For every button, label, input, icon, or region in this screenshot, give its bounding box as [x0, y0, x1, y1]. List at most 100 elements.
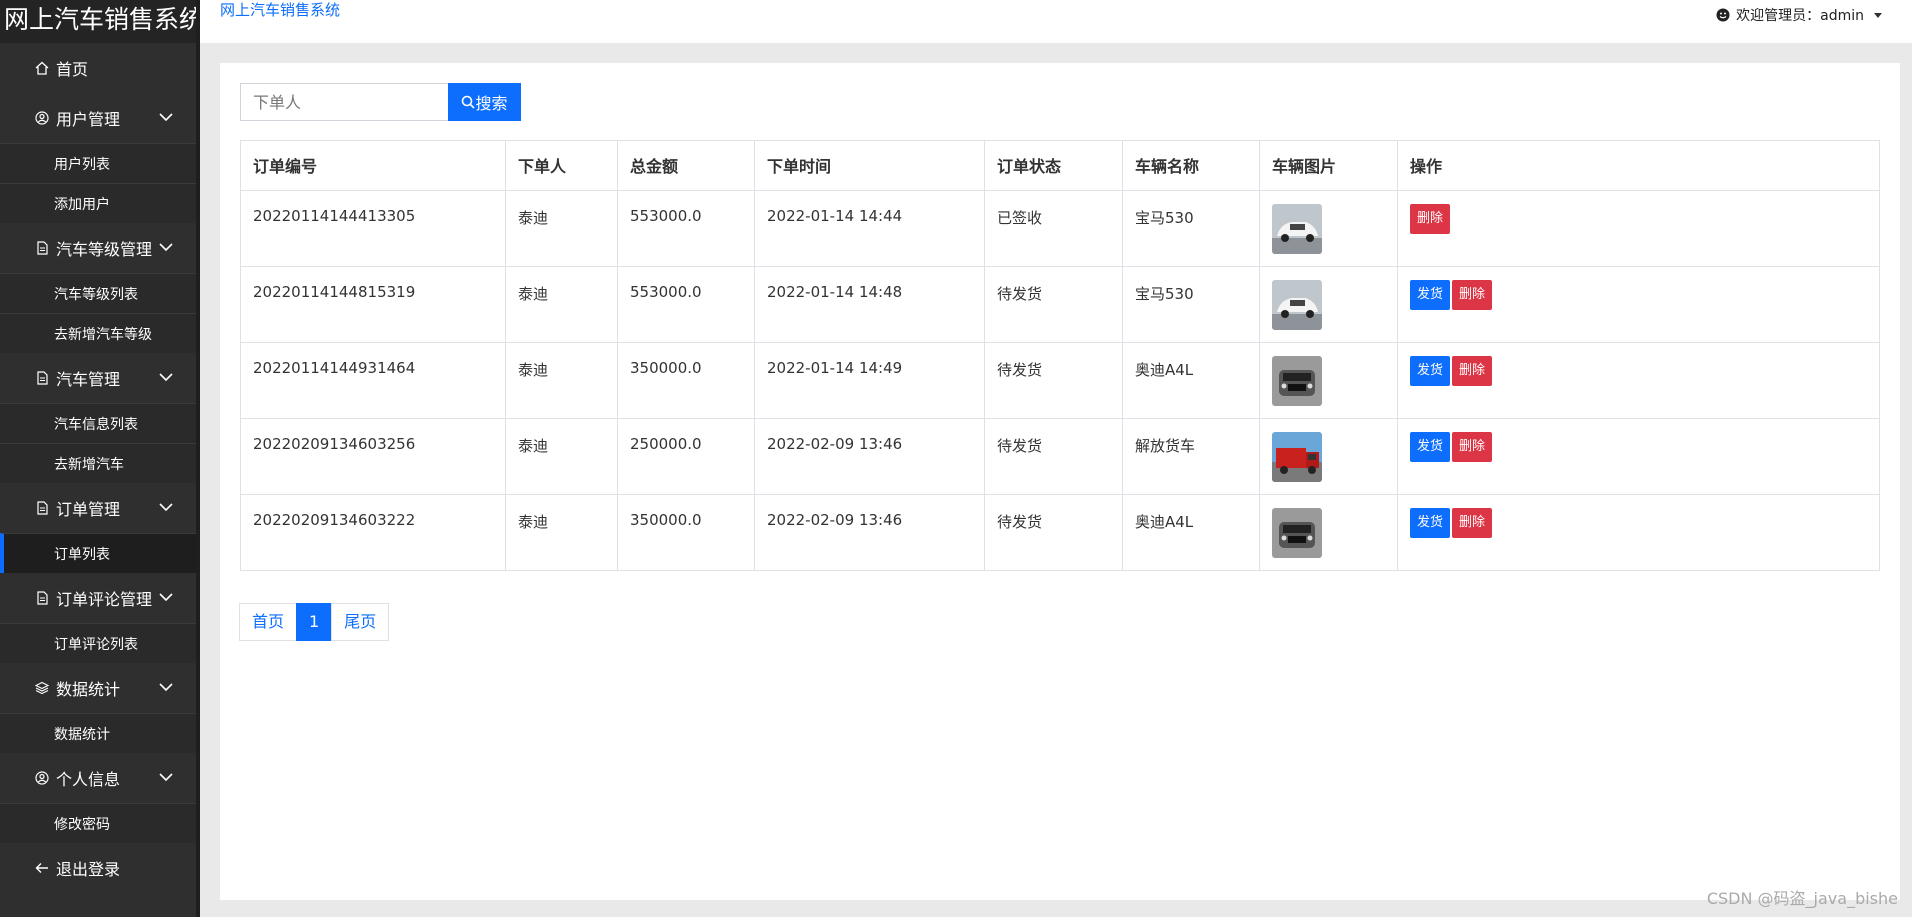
- sidebar: 网上汽车销售系统 首页 用户管理 用户列表 添加用户 汽车等级管理 汽车等级列表 去新增汽车…: [0, 0, 200, 917]
- sidebar-group-label: 用户管理: [56, 110, 121, 129]
- table-row: 20220114144413305 泰迪 553000.0 2022-01-14 14…: [240, 190, 1880, 267]
- sidebar-subitem[interactable]: 订单列表: [0, 533, 196, 573]
- car-name-cell: 宝马530: [1122, 266, 1260, 343]
- chevron-down-icon: [159, 593, 173, 602]
- sidebar-group: 订单评论管理 订单评论列表: [0, 573, 196, 663]
- amount-cell: 350000.0: [617, 342, 755, 419]
- car-name-cell: 解放货车: [1122, 418, 1260, 495]
- buyer-cell: 泰迪: [505, 266, 618, 343]
- order-id-cell: 20220114144815319: [240, 266, 506, 343]
- ship-button[interactable]: 发货: [1410, 432, 1451, 462]
- delete-button[interactable]: 删除: [1410, 204, 1451, 234]
- first-page-link[interactable]: 首页: [239, 603, 298, 641]
- search-bar: 搜索: [240, 83, 521, 121]
- sidebar-group-label: 个人信息: [56, 770, 121, 789]
- sidebar-subitem[interactable]: 汽车等级列表: [0, 273, 196, 313]
- sidebar-group-toggle[interactable]: 用户管理: [0, 93, 196, 143]
- delete-button[interactable]: 删除: [1452, 356, 1493, 386]
- document-icon: [34, 590, 50, 606]
- car-image: [1272, 508, 1322, 558]
- chevron-down-icon: [159, 113, 173, 122]
- sidebar-item-label: 首页: [56, 60, 89, 79]
- order-time-cell: 2022-01-14 14:44: [754, 190, 985, 267]
- col-header: 车辆图片: [1259, 140, 1398, 191]
- welcome-text: 欢迎管理员：admin: [1736, 8, 1864, 24]
- car-image-cell: [1259, 266, 1398, 343]
- sidebar-group-toggle[interactable]: 数据统计: [0, 663, 196, 713]
- sidebar-subitem[interactable]: 用户列表: [0, 143, 196, 183]
- buyer-cell: 泰迪: [505, 190, 618, 267]
- last-page-link[interactable]: 尾页: [331, 603, 390, 641]
- sidebar-subitem[interactable]: 订单评论列表: [0, 623, 196, 663]
- status-cell: 待发货: [984, 266, 1123, 343]
- car-image: [1272, 280, 1322, 330]
- smiley-icon: [1716, 8, 1730, 22]
- sidebar-subitem[interactable]: 修改密码: [0, 803, 196, 843]
- car-image-cell: [1259, 342, 1398, 419]
- sidebar-subitem[interactable]: 数据统计: [0, 713, 196, 753]
- sidebar-subitem[interactable]: 添加用户: [0, 183, 196, 223]
- watermark: CSDN @码盗_java_bishe: [1706, 889, 1898, 908]
- sidebar-group-label: 汽车等级管理: [56, 240, 153, 259]
- user-circle-icon: [34, 110, 50, 126]
- buyer-search-input[interactable]: [240, 83, 448, 121]
- sidebar-subitem[interactable]: 去新增汽车: [0, 443, 196, 483]
- delete-button[interactable]: 删除: [1452, 432, 1493, 462]
- car-image: [1272, 356, 1322, 406]
- ship-button[interactable]: 发货: [1410, 356, 1451, 386]
- table-row: 20220209134603222 泰迪 350000.0 2022-02-09 13…: [240, 494, 1880, 571]
- amount-cell: 553000.0: [617, 190, 755, 267]
- document-icon: [34, 370, 50, 386]
- order-time-cell: 2022-02-09 13:46: [754, 494, 985, 571]
- breadcrumb[interactable]: 网上汽车销售系统: [220, 0, 340, 20]
- actions-cell: 删除: [1397, 190, 1880, 267]
- search-button[interactable]: 搜索: [448, 83, 521, 121]
- amount-cell: 250000.0: [617, 418, 755, 495]
- arrow-left-icon: [34, 860, 50, 876]
- table-row: 20220114144931464 泰迪 350000.0 2022-01-14 14…: [240, 342, 1880, 419]
- car-image-cell: [1259, 190, 1398, 267]
- status-cell: 待发货: [984, 418, 1123, 495]
- car-name-cell: 奥迪A4L: [1122, 494, 1260, 571]
- sidebar-group: 数据统计 数据统计: [0, 663, 196, 753]
- sidebar-group-toggle[interactable]: 汽车管理: [0, 353, 196, 403]
- sidebar-group-toggle[interactable]: 订单管理: [0, 483, 196, 533]
- home-icon: [34, 60, 50, 76]
- status-cell: 已签收: [984, 190, 1123, 267]
- user-menu[interactable]: 欢迎管理员：admin: [1716, 5, 1882, 25]
- order-id-cell: 20220114144931464: [240, 342, 506, 419]
- status-cell: 待发货: [984, 342, 1123, 419]
- sidebar-group-toggle[interactable]: 汽车等级管理: [0, 223, 196, 273]
- table-header-row: 订单编号 下单人 总金额 下单时间 订单状态 车辆名称 车辆图片 操作: [240, 140, 1880, 191]
- current-page[interactable]: 1: [296, 603, 333, 641]
- delete-button[interactable]: 删除: [1452, 280, 1493, 310]
- sidebar-subitem[interactable]: 汽车信息列表: [0, 403, 196, 443]
- chevron-down-icon: [159, 503, 173, 512]
- truck-image: [1272, 432, 1322, 482]
- delete-button[interactable]: 删除: [1452, 508, 1493, 538]
- actions-cell: 发货 删除: [1397, 494, 1880, 571]
- sidebar-item-home[interactable]: 首页: [0, 43, 196, 93]
- logout-button[interactable]: 退出登录: [0, 843, 196, 893]
- sidebar-group-label: 数据统计: [56, 680, 121, 699]
- sidebar-group: 订单管理 订单列表: [0, 483, 196, 573]
- sidebar-group-toggle[interactable]: 个人信息: [0, 753, 196, 803]
- document-icon: [34, 240, 50, 256]
- document-icon: [34, 500, 50, 516]
- actions-cell: 发货 删除: [1397, 418, 1880, 495]
- col-header: 下单时间: [754, 140, 985, 191]
- col-header: 总金额: [617, 140, 755, 191]
- sidebar-subitem[interactable]: 去新增汽车等级: [0, 313, 196, 353]
- order-time-cell: 2022-02-09 13:46: [754, 418, 985, 495]
- table-row: 20220114144815319 泰迪 553000.0 2022-01-14 14…: [240, 266, 1880, 343]
- chevron-down-icon: [159, 373, 173, 382]
- ship-button[interactable]: 发货: [1410, 508, 1451, 538]
- ship-button[interactable]: 发货: [1410, 280, 1451, 310]
- car-image: [1272, 204, 1322, 254]
- orders-table: 订单编号 下单人 总金额 下单时间 订单状态 车辆名称 车辆图片 操作 2022…: [240, 140, 1880, 571]
- sidebar-group-toggle[interactable]: 订单评论管理: [0, 573, 196, 623]
- top-bar: 网上汽车销售系统 欢迎管理员：admin: [200, 0, 1912, 43]
- buyer-cell: 泰迪: [505, 342, 618, 419]
- amount-cell: 350000.0: [617, 494, 755, 571]
- pagination: 首页 1 尾页: [239, 603, 390, 641]
